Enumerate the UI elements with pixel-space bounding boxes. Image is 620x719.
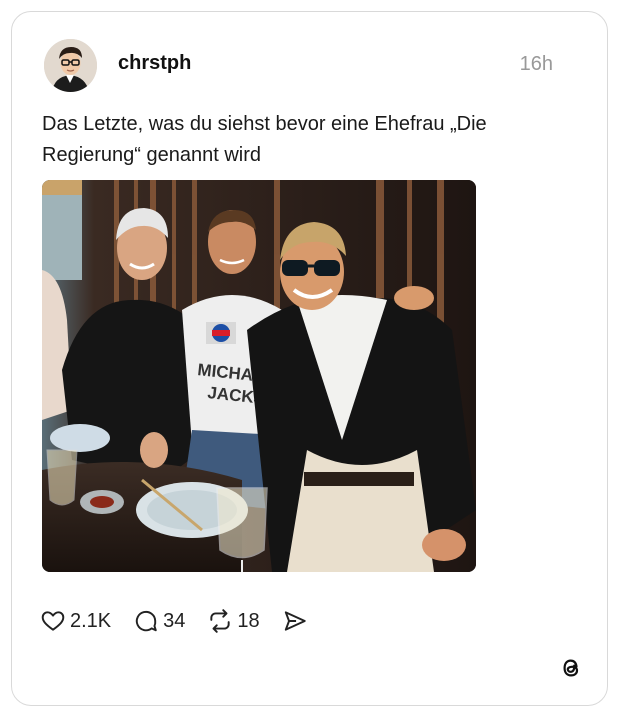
reply-count: 34 <box>163 609 186 632</box>
photo-illustration: MICHAEL JACKSON <box>42 180 476 572</box>
like-count: 2.1K <box>70 609 112 632</box>
username[interactable]: chrstph <box>118 52 191 75</box>
reply-button[interactable]: 34 <box>133 608 185 634</box>
heart-icon <box>41 611 65 631</box>
post-text: Das Letzte, was du siehst bevor eine Ehe… <box>42 113 487 166</box>
avatar[interactable] <box>44 39 97 92</box>
repost-button[interactable]: 18 <box>207 608 260 634</box>
post-timestamp: 16h <box>519 53 553 75</box>
like-button[interactable]: 2.1K <box>40 608 111 634</box>
post-image[interactable]: MICHAEL JACKSON <box>42 180 476 572</box>
comment-icon <box>136 610 157 632</box>
share-button[interactable] <box>282 608 312 634</box>
threads-logo-icon <box>563 659 579 677</box>
post-card: chrstph 16h Das Letzte, was du siehst be… <box>11 11 608 706</box>
action-bar: 2.1K 34 18 <box>40 606 334 636</box>
send-icon <box>284 611 306 631</box>
repost-icon <box>210 609 231 633</box>
avatar-image <box>44 39 97 92</box>
repost-count: 18 <box>237 609 260 632</box>
